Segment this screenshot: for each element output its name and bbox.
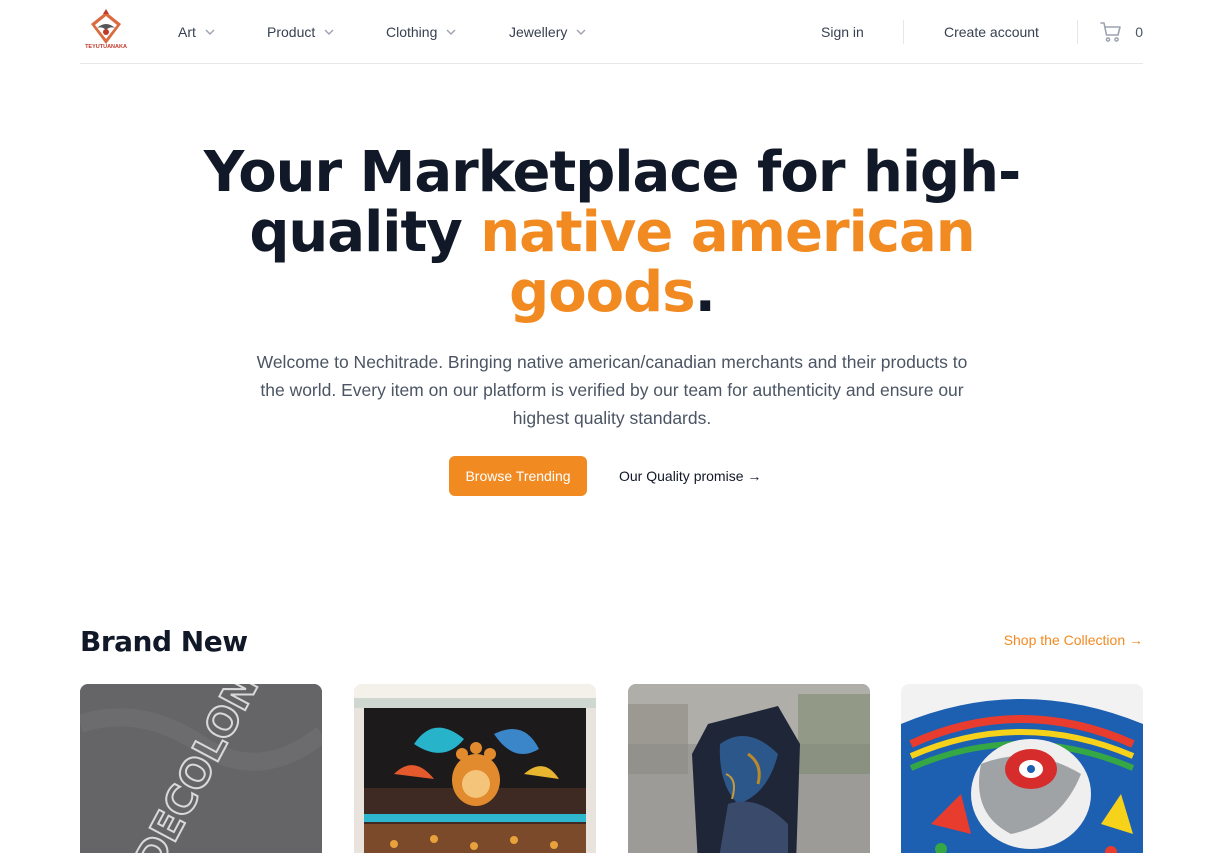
- shopping-cart-icon: [1100, 22, 1122, 42]
- shop-collection-link[interactable]: Shop the Collection →: [1004, 632, 1143, 648]
- nav-item-label: Jewellery: [509, 24, 568, 40]
- chevron-down-icon: [576, 29, 586, 35]
- blue-stone-image: [628, 684, 870, 853]
- browse-trending-button[interactable]: Browse Trending: [449, 456, 587, 496]
- cart-count: 0: [1135, 24, 1143, 40]
- product-card-stone[interactable]: [628, 684, 870, 853]
- chevron-down-icon: [446, 29, 456, 35]
- hero-title-accent: native american goods: [480, 200, 975, 325]
- nav-item-product[interactable]: Product: [267, 0, 335, 64]
- hero-title: Your Marketplace for high-quality native…: [150, 143, 1074, 323]
- grey-shirt-image: DECOLONIZE: [80, 684, 322, 853]
- nav-item-art[interactable]: Art: [178, 0, 216, 64]
- hero-title-end: .: [694, 260, 716, 325]
- logo-wordmark: TEYUTUANAKA: [85, 44, 127, 50]
- nav-item-label: Art: [178, 24, 196, 40]
- nav-item-label: Clothing: [386, 24, 438, 40]
- nav-item-jewellery[interactable]: Jewellery: [509, 0, 587, 64]
- cart-button[interactable]: 0: [1099, 0, 1143, 64]
- nav-divider: [1077, 20, 1078, 44]
- chevron-down-icon: [324, 29, 334, 35]
- brand-new-title: Brand New: [80, 625, 248, 658]
- quality-promise-link[interactable]: Our Quality promise →: [619, 456, 761, 496]
- nav-item-clothing[interactable]: Clothing: [386, 0, 457, 64]
- nav-divider: [903, 20, 904, 44]
- nav-item-label: Product: [267, 24, 316, 40]
- chevron-down-icon: [205, 29, 215, 35]
- floral-beadwork-skirt-image: [354, 684, 596, 853]
- product-card-shirt[interactable]: DECOLONIZE: [80, 684, 322, 853]
- sign-in-link[interactable]: Sign in: [821, 0, 864, 64]
- eagle-logo-icon[interactable]: TEYUTUANAKA: [83, 8, 129, 54]
- beaded-mask-image: [901, 684, 1143, 853]
- product-card-skirt[interactable]: [354, 684, 596, 853]
- create-account-link[interactable]: Create account: [944, 0, 1039, 64]
- top-navbar: TEYUTUANAKA Art Product Clothing Jewelle…: [80, 0, 1143, 64]
- hero-subtitle: Welcome to Nechitrade. Bringing native a…: [256, 352, 968, 428]
- product-card-mask[interactable]: [901, 684, 1143, 853]
